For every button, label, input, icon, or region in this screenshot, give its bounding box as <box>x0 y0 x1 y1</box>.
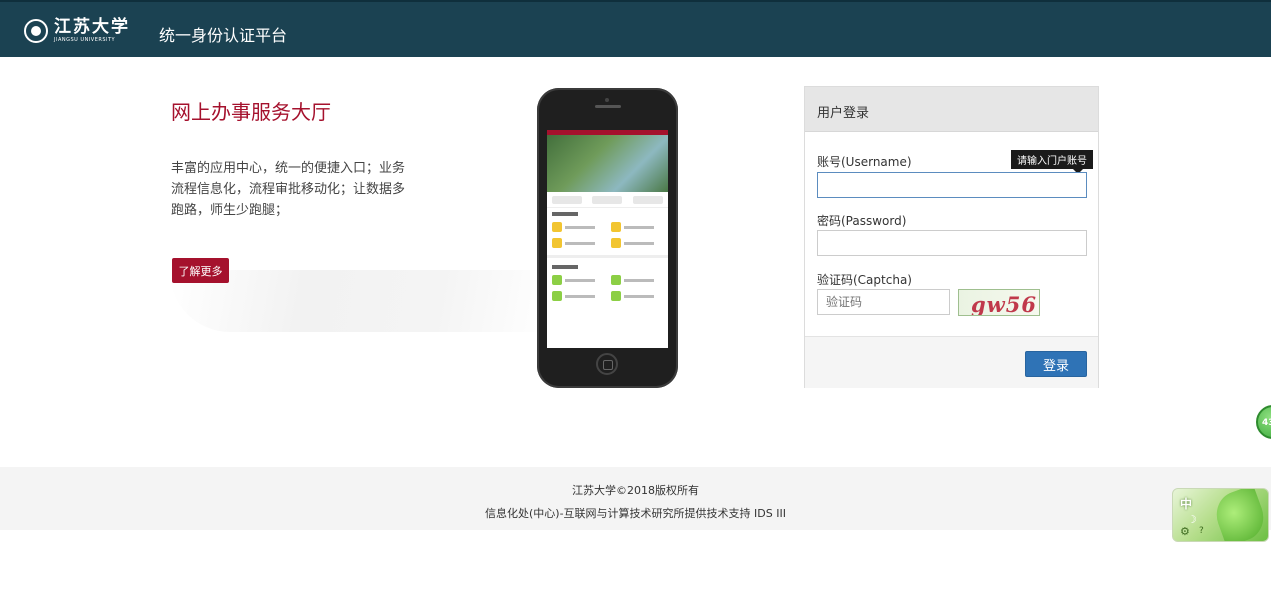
app-icon <box>552 291 562 301</box>
platform-title: 统一身份认证平台 <box>159 26 288 45</box>
service-hall-title: 网上办事服务大厅 <box>171 100 331 124</box>
tech-support-text: 信息化处(中心)-互联网与计算技术研究所提供技术支持 IDS III <box>485 507 786 520</box>
username-tooltip: 请输入门户账号 <box>1011 150 1093 174</box>
service-hall-description: 丰富的应用中心，统一的便捷入口；业务流程信息化，流程审批移动化；让数据多跑路，师… <box>171 161 406 218</box>
input-method-toolbar[interactable]: 中 ☽ ⚙ ? <box>1172 488 1269 542</box>
phone-screen-tab <box>632 195 663 204</box>
phone-screen-tab <box>552 195 583 204</box>
top-header: 江苏大学 JIANGSU UNIVERSITY 统一身份认证平台 <box>0 0 1271 57</box>
captcha-image[interactable]: gw56 <box>958 289 1040 316</box>
logo-name-cn: 江苏大学 <box>54 17 130 37</box>
captcha-input[interactable] <box>817 289 950 315</box>
app-icon <box>552 222 562 232</box>
app-icon <box>610 275 621 285</box>
floating-status-ball[interactable]: 43 <box>1256 405 1271 439</box>
university-seal-icon <box>24 19 48 43</box>
phone-home-button <box>596 353 618 375</box>
app-icon <box>552 275 562 285</box>
university-logo[interactable]: 江苏大学 JIANGSU UNIVERSITY <box>24 16 130 46</box>
captcha-label: 验证码(Captcha) <box>817 273 912 287</box>
gear-icon[interactable]: ⚙ <box>1180 525 1190 538</box>
app-icon <box>552 238 562 248</box>
ime-mode-label[interactable]: 中 <box>1180 495 1192 512</box>
username-input[interactable] <box>817 172 1087 198</box>
phone-speaker <box>595 105 621 108</box>
login-panel: 用户登录 账号(Username) 请输入门户账号 密码(Password) 验… <box>804 86 1099 388</box>
leaf-icon <box>1209 489 1268 541</box>
username-label: 账号(Username) <box>817 155 912 169</box>
copyright-text: 江苏大学©2018版权所有 <box>572 484 699 497</box>
phone-camera <box>605 98 609 102</box>
password-input[interactable] <box>817 230 1087 256</box>
logo-name-en: JIANGSU UNIVERSITY <box>54 37 116 43</box>
captcha-text: gw56 <box>971 292 1037 316</box>
help-icon[interactable]: ? <box>1199 526 1204 536</box>
login-panel-title: 用户登录 <box>805 87 1098 132</box>
learn-more-button[interactable]: 了解更多 <box>172 258 229 283</box>
login-button[interactable]: 登录 <box>1025 351 1087 377</box>
password-label: 密码(Password) <box>817 214 907 228</box>
page-footer: 江苏大学©2018版权所有 信息化处(中心)-互联网与计算技术研究所提供技术支持… <box>0 467 1271 530</box>
phone-screen <box>547 130 668 348</box>
app-icon <box>610 291 621 301</box>
app-icon <box>610 222 621 232</box>
phone-screen-banner <box>547 130 668 192</box>
phone-mockup-image <box>537 88 678 388</box>
login-panel-footer: 登录 <box>805 336 1098 388</box>
app-icon <box>610 238 621 248</box>
phone-screen-tab <box>592 195 623 204</box>
